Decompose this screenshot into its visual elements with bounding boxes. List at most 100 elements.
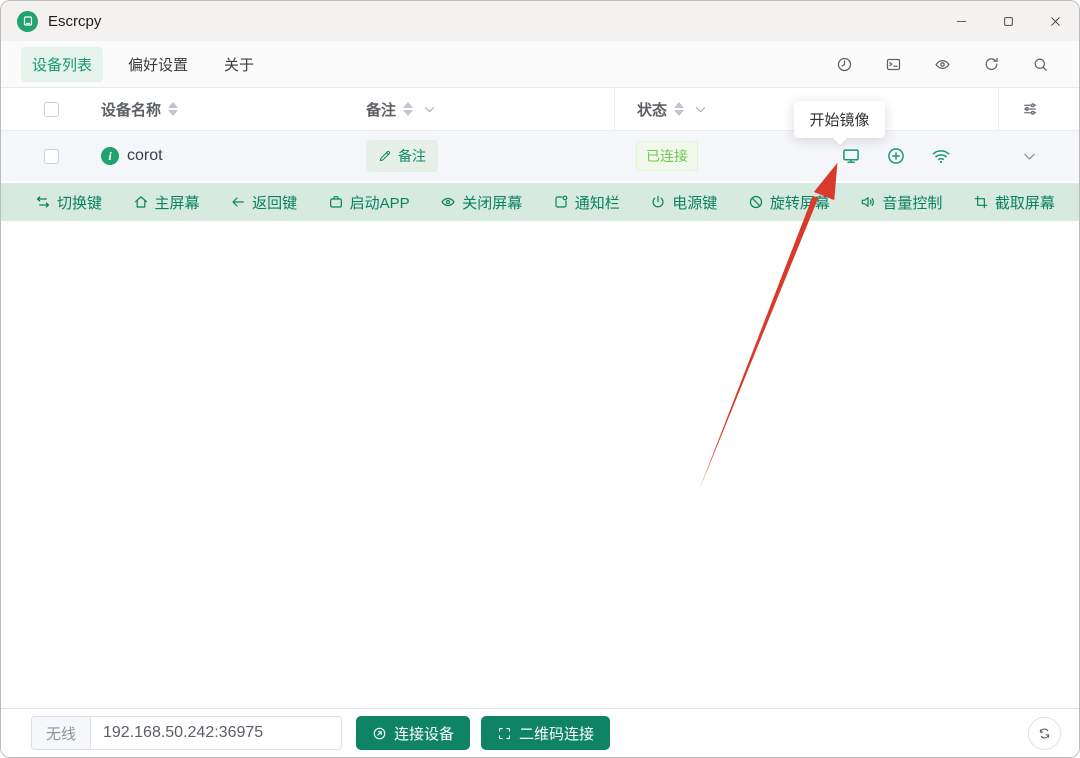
device-status-cell: 已连接 [614, 131, 794, 181]
header-device-name-label: 设备名称 [101, 101, 162, 119]
header-column-settings [998, 88, 1060, 130]
preview-button[interactable] [918, 47, 967, 81]
refresh-icon [985, 57, 998, 70]
select-all-checkbox[interactable] [43, 101, 59, 117]
home-icon [134, 196, 147, 208]
expand-row-button[interactable] [1021, 148, 1038, 165]
rotate-screen-icon [749, 195, 762, 209]
notification-icon [555, 195, 568, 208]
header-status-label: 状态 [637, 101, 668, 119]
start-mirror-tooltip: 开始镜像 [794, 101, 885, 138]
add-action-button[interactable] [886, 146, 906, 166]
terminal-icon [886, 58, 901, 70]
connect-device-label: 连接设备 [394, 725, 455, 743]
wifi-icon [932, 150, 950, 164]
row-checkbox[interactable] [43, 148, 59, 164]
titlebar: Escrcpy [1, 1, 1079, 41]
tab-bar: 设备列表 偏好设置 关于 [1, 41, 1079, 88]
wireless-address-group: 无线 [31, 716, 342, 750]
sync-icon [1039, 728, 1050, 738]
sort-asc-icon [403, 102, 414, 108]
tooltip-text: 开始镜像 [809, 112, 870, 129]
back-arrow-icon [232, 197, 245, 207]
device-actions-cell [796, 131, 996, 181]
toolbar-label: 切换键 [57, 194, 103, 212]
mirror-monitor-icon [843, 149, 859, 163]
app-icon [329, 196, 342, 208]
toolbar-label: 返回键 [252, 194, 298, 212]
sort-asc-icon [674, 102, 685, 108]
header-device-name: 设备名称 [81, 88, 346, 130]
sort-asc-icon [168, 102, 179, 108]
window-controls [938, 1, 1079, 41]
edit-note-label: 备注 [398, 148, 426, 164]
connect-device-button[interactable]: 连接设备 [356, 716, 471, 750]
toolbar-launch-app[interactable]: 启动APP [328, 192, 410, 213]
device-control-toolbar: 切换键 主屏幕 返回键 启动APP 关闭屏幕 通知栏 电源键 旋转屏幕 音量控制… [1, 183, 1079, 221]
minimize-button[interactable] [938, 1, 985, 41]
tab-preferences[interactable]: 偏好设置 [117, 47, 199, 82]
toolbar-label: 截取屏幕 [994, 194, 1055, 212]
toolbar-label: 主屏幕 [154, 194, 200, 212]
toolbar-label: 电源键 [672, 194, 718, 212]
toolbar-screenshot[interactable]: 截取屏幕 [973, 192, 1055, 213]
toolbar-label: 启动APP [349, 194, 410, 212]
history-icon [837, 57, 852, 71]
row-expand-cell [998, 131, 1060, 181]
toolbar-items: 切换键 主屏幕 返回键 启动APP 关闭屏幕 通知栏 电源键 旋转屏幕 音量控制… [1, 183, 1055, 221]
sort-status[interactable] [674, 102, 685, 116]
toolbar-back-key[interactable]: 返回键 [230, 192, 297, 213]
toolbar-label: 通知栏 [574, 194, 620, 212]
volume-icon [862, 197, 875, 207]
maximize-button[interactable] [985, 1, 1032, 41]
wireless-button[interactable] [931, 146, 951, 166]
search-button[interactable] [1016, 47, 1065, 81]
table-header: 设备名称 备注 状态 [1, 88, 1079, 131]
history-button[interactable] [820, 47, 869, 81]
sort-desc-icon [403, 110, 414, 116]
toolbar-switch-key[interactable]: 切换键 [35, 192, 102, 213]
toolbar-rotate-screen[interactable]: 旋转屏幕 [748, 192, 830, 213]
preview-eye-icon [935, 59, 950, 69]
status-filter-chevron-icon[interactable] [693, 102, 708, 117]
scan-icon [498, 727, 511, 739]
header-note: 备注 [346, 88, 614, 130]
sync-button[interactable] [1028, 716, 1061, 750]
sort-desc-icon [168, 110, 179, 116]
start-mirror-button[interactable] [841, 146, 861, 166]
note-filter-chevron-icon[interactable] [422, 102, 437, 117]
link-icon [373, 727, 386, 739]
quick-actions [820, 47, 1065, 81]
maximize-icon [1004, 16, 1013, 26]
sort-device-name[interactable] [168, 102, 179, 116]
add-circle-icon [888, 148, 904, 164]
footer-bar: 无线 连接设备 二维码连接 [1, 708, 1079, 757]
select-all-cell [21, 88, 81, 130]
column-settings-icon[interactable] [1021, 100, 1039, 118]
minimize-icon [956, 20, 967, 22]
sort-desc-icon [674, 110, 685, 116]
toolbar-volume-control[interactable]: 音量控制 [860, 192, 942, 213]
toolbar-notification-bar[interactable]: 通知栏 [553, 192, 620, 213]
device-name-cell: i corot [81, 131, 346, 181]
edit-note-button[interactable]: 备注 [366, 140, 438, 172]
toolbar-home-screen[interactable]: 主屏幕 [133, 192, 200, 213]
tab-about[interactable]: 关于 [213, 47, 265, 82]
toolbar-screen-off[interactable]: 关闭屏幕 [440, 192, 522, 213]
power-icon [652, 195, 664, 208]
qr-connect-button[interactable]: 二维码连接 [481, 716, 611, 750]
device-note-cell: 备注 [346, 131, 614, 181]
terminal-button[interactable] [869, 47, 918, 81]
screen-off-icon [441, 197, 455, 207]
search-icon [1034, 58, 1047, 71]
close-button[interactable] [1032, 1, 1079, 41]
address-input[interactable] [91, 717, 341, 749]
refresh-button[interactable] [967, 47, 1016, 81]
crop-icon [974, 195, 988, 209]
tab-device-list[interactable]: 设备列表 [21, 46, 104, 82]
pencil-icon [379, 150, 391, 162]
toolbar-power-key[interactable]: 电源键 [650, 192, 717, 213]
header-status: 状态 [614, 88, 794, 130]
device-info-icon[interactable]: i [101, 147, 119, 165]
sort-note[interactable] [403, 102, 414, 116]
